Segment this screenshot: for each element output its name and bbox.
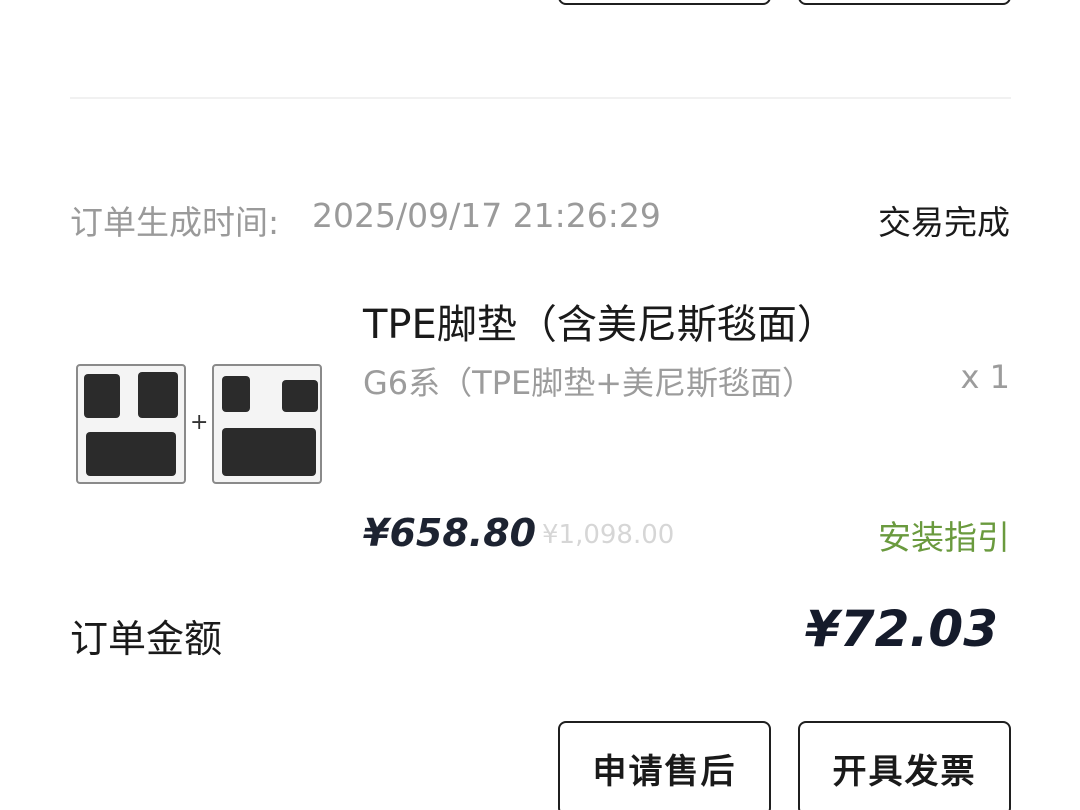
product-thumbnail[interactable]: + <box>70 300 326 556</box>
order-amount-value: ¥72.03 <box>805 600 998 658</box>
product-price: ¥658.80 <box>363 511 537 555</box>
top-partial-button-left[interactable] <box>558 0 771 5</box>
order-time-value: 2025/09/17 21:26:29 <box>312 196 661 235</box>
product-quantity: x 1 <box>960 358 1010 396</box>
top-partial-button-right[interactable] <box>798 0 1011 5</box>
apply-after-sale-button[interactable]: 申请售后 <box>558 721 771 810</box>
issue-invoice-button[interactable]: 开具发票 <box>798 721 1011 810</box>
front-mats-image <box>76 364 186 484</box>
order-amount-label: 订单金额 <box>70 617 223 661</box>
product-original-price: ¥1,098.00 <box>542 520 675 550</box>
product-spec: G6系（TPE脚垫+美尼斯毯面） <box>363 364 815 402</box>
order-detail-page: 订单生成时间: 2025/09/17 21:26:29 交易完成 + TPE脚垫… <box>0 0 1080 810</box>
order-status: 交易完成 <box>878 203 1010 242</box>
product-title[interactable]: TPE脚垫（含美尼斯毯面） <box>363 292 837 350</box>
order-time-label: 订单生成时间: <box>70 203 280 242</box>
install-guide-link[interactable]: 安装指引 <box>878 511 1010 559</box>
section-divider <box>70 97 1011 99</box>
rear-mats-image <box>212 364 322 484</box>
thumbnail-plus: + <box>190 410 209 435</box>
